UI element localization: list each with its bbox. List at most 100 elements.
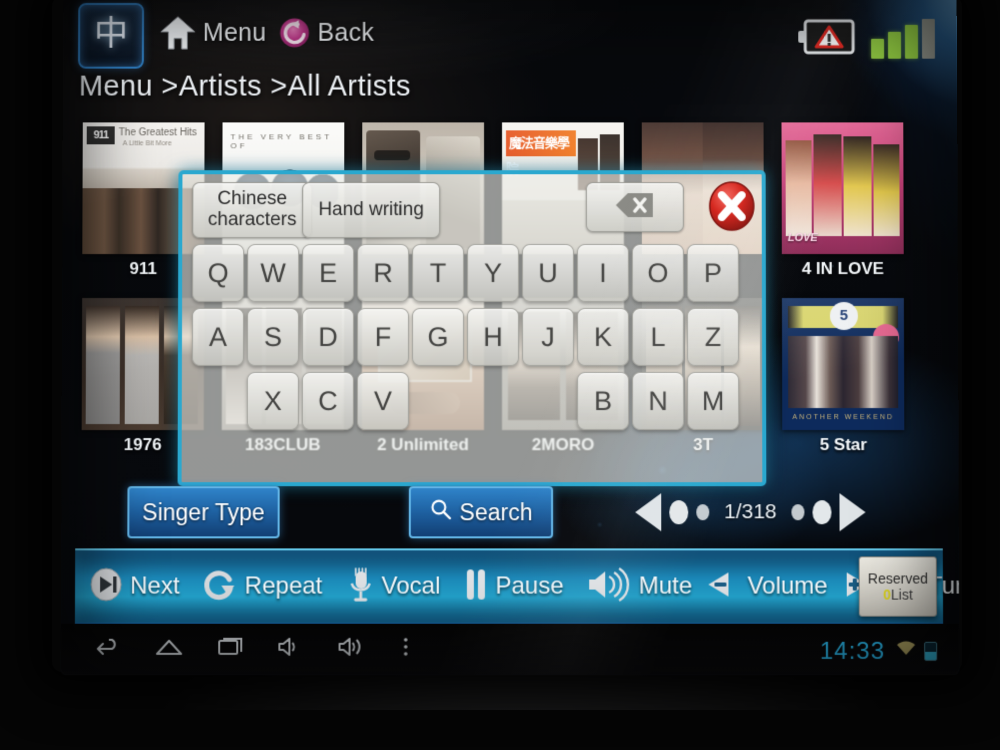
- backspace-icon: [615, 192, 655, 223]
- android-back-icon[interactable]: [95, 636, 121, 663]
- keyboard-row-1: QWERTYUIOP: [192, 244, 752, 303]
- key-u[interactable]: U: [521, 244, 574, 303]
- key-z[interactable]: Z: [686, 308, 740, 367]
- key-p[interactable]: P: [686, 244, 739, 303]
- volume-down-icon[interactable]: [706, 570, 740, 603]
- key-y[interactable]: Y: [467, 244, 519, 303]
- key-m[interactable]: M: [687, 372, 740, 431]
- pager-dot: [791, 504, 805, 521]
- key-i[interactable]: I: [576, 244, 629, 303]
- search-label: Search: [459, 498, 533, 525]
- artist-cell[interactable]: LOVE 4 IN LOVE: [781, 122, 904, 279]
- backspace-key[interactable]: [585, 182, 684, 233]
- keyboard-row-3: XCV BNM: [192, 372, 752, 431]
- top-bar: 中 Menu Back: [63, 0, 957, 81]
- thumb-sheen: [781, 122, 904, 255]
- mute-button-label: Mute: [638, 572, 693, 600]
- language-toggle-button[interactable]: 中: [78, 2, 145, 69]
- key-v[interactable]: V: [356, 372, 409, 431]
- key-k[interactable]: K: [576, 308, 630, 367]
- playback-control-bar: Next Repeat Vocal Pause Mute Volume Tuni…: [74, 548, 959, 626]
- android-volume-down-icon[interactable]: [277, 636, 303, 663]
- reserved-list-title: Reserved: [867, 570, 928, 587]
- pause-button-label: Pause: [495, 572, 564, 600]
- back-button-label: Back: [317, 18, 375, 47]
- battery-warning-icon: [797, 17, 857, 57]
- vocal-button[interactable]: Vocal: [346, 550, 440, 622]
- repeat-icon: [204, 567, 238, 606]
- key-d[interactable]: D: [301, 308, 355, 367]
- photo-frame: 中 Menu Back Menu >Artists >All Artists 9…: [0, 0, 1000, 750]
- microphone-icon: [346, 566, 374, 607]
- key-t[interactable]: T: [412, 244, 465, 303]
- keyboard-toolbar: Chinese characters Hand writing: [192, 181, 756, 239]
- key-g[interactable]: G: [411, 308, 465, 367]
- menu-button[interactable]: Menu: [159, 9, 267, 57]
- search-button[interactable]: Search: [408, 486, 554, 539]
- menu-button-label: Menu: [202, 18, 267, 47]
- reserved-list-word: List: [890, 586, 913, 603]
- device-screen: 中 Menu Back Menu >Artists >All Artists 9…: [60, 0, 960, 675]
- key-r[interactable]: R: [357, 244, 410, 303]
- next-button[interactable]: Next: [89, 550, 180, 622]
- android-recents-icon[interactable]: [217, 636, 243, 663]
- thumb-sheen: [781, 298, 905, 431]
- artist-thumbnail: 5 ANOTHER WEEKEND: [781, 298, 905, 431]
- key-a[interactable]: A: [191, 308, 245, 367]
- singer-type-label: Singer Type: [142, 498, 265, 525]
- key-l[interactable]: L: [631, 308, 685, 367]
- wifi-icon[interactable]: [895, 640, 917, 663]
- key-b[interactable]: B: [577, 372, 630, 431]
- onscreen-keyboard-panel: Chinese characters Hand writing Q W E R …: [177, 170, 767, 487]
- search-icon: [429, 498, 451, 526]
- key-f[interactable]: F: [356, 308, 410, 367]
- pager-dot: [812, 500, 832, 525]
- signal-bars-icon: [871, 18, 939, 59]
- repeat-button-label: Repeat: [244, 572, 323, 600]
- key-n[interactable]: N: [632, 372, 685, 431]
- prev-page-icon[interactable]: [635, 493, 662, 532]
- android-navigation-bar: 14:33: [60, 623, 960, 675]
- next-button-label: Next: [130, 572, 180, 600]
- chinese-characters-mode-label: Chinese characters: [207, 188, 297, 231]
- hand-writing-mode-button[interactable]: Hand writing: [302, 182, 441, 239]
- artist-name: 5 Star: [819, 435, 867, 455]
- pause-button[interactable]: Pause: [464, 550, 564, 622]
- back-button[interactable]: Back: [278, 9, 375, 57]
- key-x[interactable]: X: [246, 372, 299, 431]
- android-overflow-icon[interactable]: [402, 636, 410, 663]
- chinese-characters-mode-button[interactable]: Chinese characters: [192, 182, 313, 239]
- android-volume-up-icon[interactable]: [338, 636, 368, 663]
- next-page-icon[interactable]: [839, 493, 866, 532]
- battery-icon: [924, 641, 938, 661]
- reserved-list-button[interactable]: Reserved 0List: [858, 556, 938, 617]
- status-clock: 14:33: [819, 637, 886, 665]
- reserved-list-count-row: 0List: [883, 587, 913, 603]
- key-h[interactable]: H: [466, 308, 520, 367]
- repeat-button[interactable]: Repeat: [204, 550, 323, 622]
- key-q[interactable]: Q: [192, 244, 245, 303]
- pause-icon: [464, 567, 488, 606]
- key-s[interactable]: S: [246, 308, 300, 367]
- vocal-button-label: Vocal: [381, 572, 441, 600]
- pager-dot: [669, 500, 689, 525]
- key-e[interactable]: E: [302, 244, 355, 303]
- action-row: Singer Type Search 1/318: [61, 486, 959, 546]
- mute-speaker-icon: [586, 567, 632, 606]
- keyboard-row-2: ASDFGHJKLZ: [191, 308, 752, 367]
- key-c[interactable]: C: [301, 372, 354, 431]
- close-keyboard-button[interactable]: [708, 180, 756, 232]
- android-home-icon[interactable]: [155, 636, 183, 663]
- mute-button[interactable]: Mute: [586, 550, 693, 622]
- volume-control[interactable]: Volume: [706, 550, 869, 622]
- page-indicator: 1/318: [724, 500, 777, 524]
- back-arrow-icon: [278, 16, 312, 50]
- key-w[interactable]: W: [247, 244, 300, 303]
- artist-name: 4 IN LOVE: [801, 259, 884, 279]
- key-o[interactable]: O: [631, 244, 684, 303]
- singer-type-button[interactable]: Singer Type: [127, 486, 280, 539]
- key-j[interactable]: J: [521, 308, 575, 367]
- pager: 1/318: [635, 488, 924, 536]
- language-toggle-label: 中: [94, 14, 129, 53]
- artist-cell[interactable]: 5 ANOTHER WEEKEND 5 Star: [781, 298, 905, 455]
